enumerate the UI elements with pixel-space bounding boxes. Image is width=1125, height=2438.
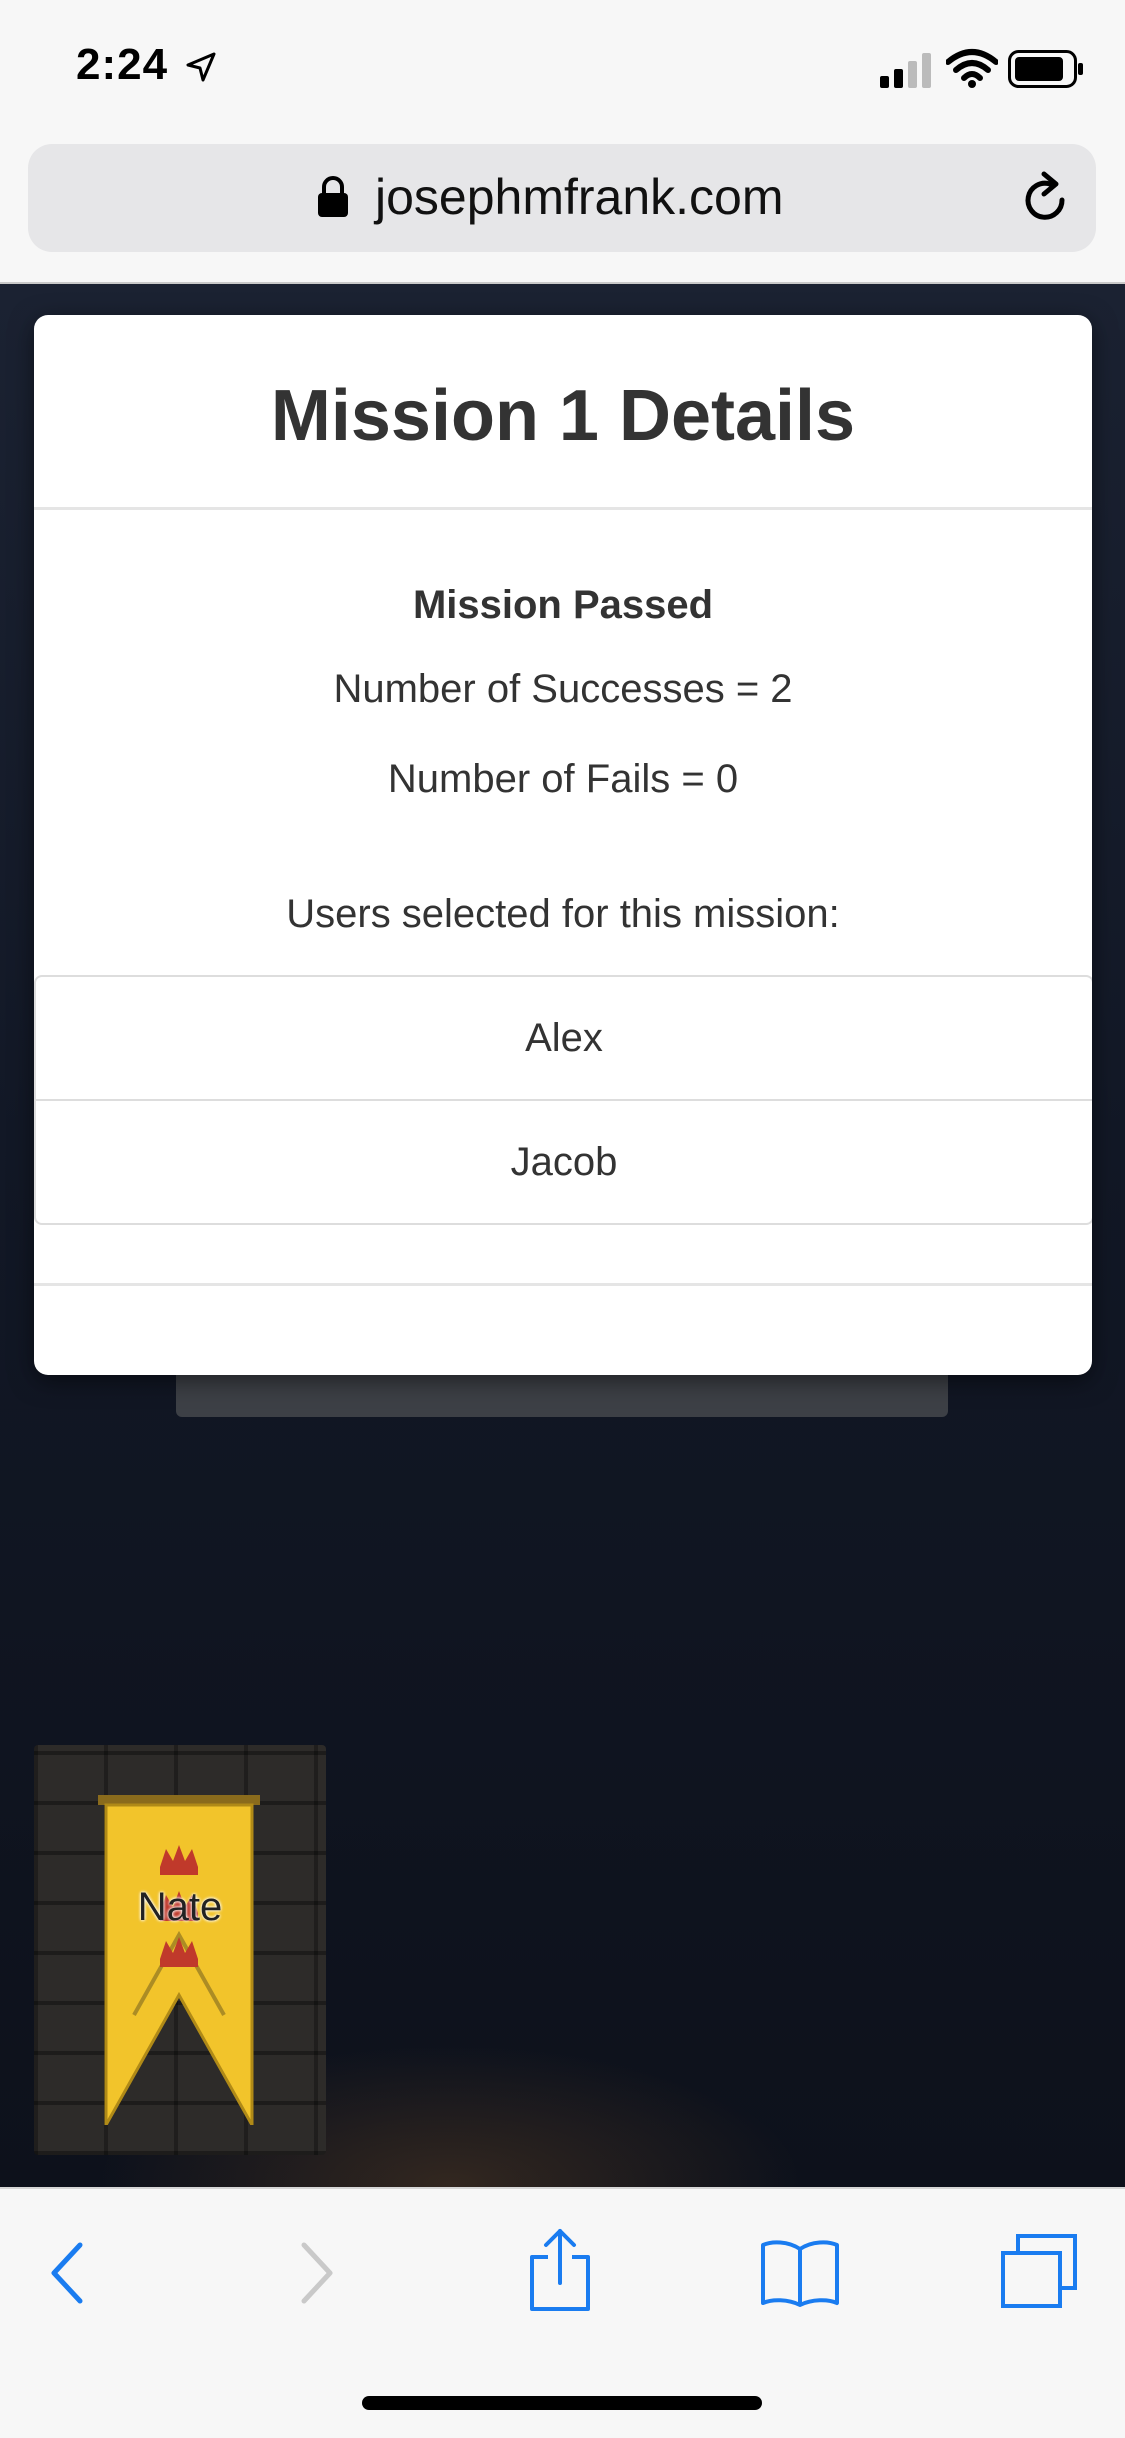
modal-title: Mission 1 Details (270, 376, 856, 456)
footer-divider (34, 1283, 1092, 1286)
mission-result: Mission Passed (412, 583, 714, 627)
mission-details-modal: Mission 1 Details Mission Passed Number … (34, 315, 1092, 1375)
back-icon[interactable] (48, 2241, 88, 2305)
reload-icon[interactable] (1020, 170, 1072, 226)
wifi-icon (946, 49, 998, 88)
tabs-icon[interactable] (1000, 2233, 1078, 2309)
url-text[interactable]: josephmfrank.com (375, 168, 784, 226)
cellular-signal-icon (880, 53, 931, 88)
battery-icon (1008, 50, 1083, 88)
list-item[interactable]: Alex (36, 977, 1092, 1099)
clock: 2:24 (76, 40, 169, 89)
status-bar: 2:24 (0, 0, 1125, 135)
header-divider (34, 507, 1092, 510)
list-item[interactable]: Jacob (36, 1099, 1092, 1223)
share-icon[interactable] (528, 2227, 592, 2313)
player-name: Nate (137, 1885, 223, 1929)
forward-icon[interactable] (296, 2241, 336, 2305)
fail-count: Number of Fails = 0 (387, 757, 739, 801)
home-indicator[interactable] (362, 2396, 762, 2410)
background-panel (176, 1372, 948, 1417)
bookmarks-icon[interactable] (760, 2237, 840, 2307)
user-list: Alex Jacob (34, 975, 1092, 1225)
users-heading: Users selected for this mission: (286, 892, 840, 936)
player-banner-card[interactable]: Nate (34, 1745, 326, 2155)
royal-banner-icon (98, 1795, 260, 2125)
lock-icon (318, 176, 348, 217)
success-count: Number of Successes = 2 (333, 667, 793, 711)
location-arrow-icon (186, 52, 216, 82)
